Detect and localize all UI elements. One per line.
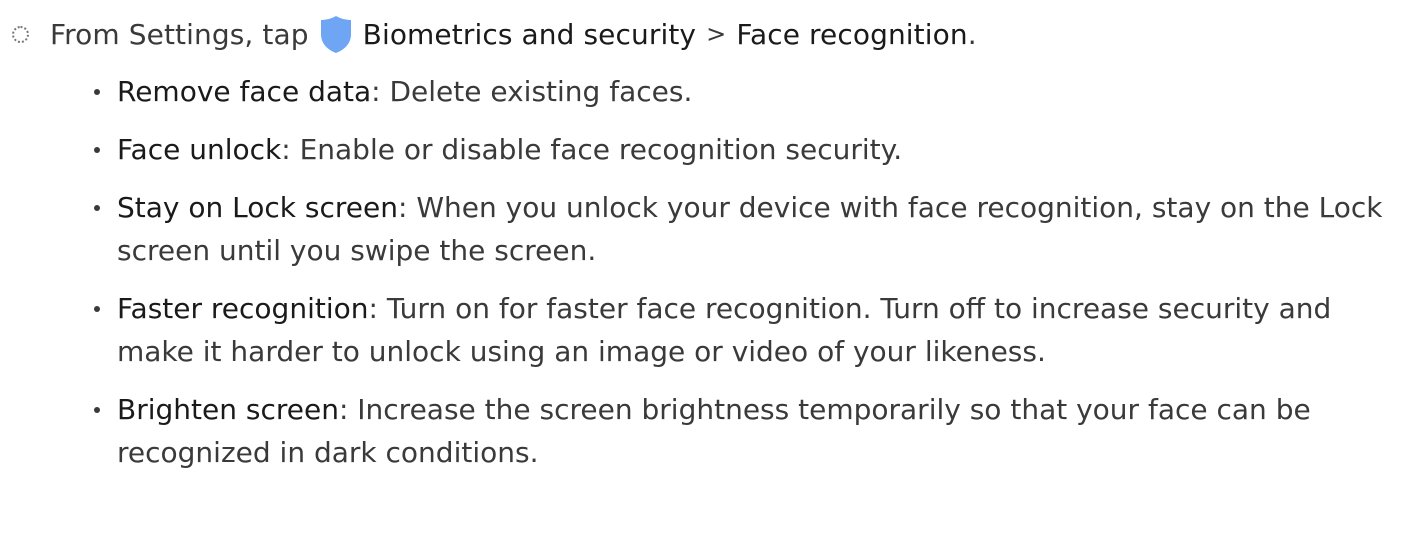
option-description: : Delete existing faces. [371,75,693,108]
option-name: Brighten screen [117,393,339,426]
menu-item-biometrics: Biometrics and security [362,17,697,51]
list-item: Remove face data: Delete existing faces. [92,70,1412,113]
list-item: Stay on Lock screen: When you unlock you… [92,186,1412,272]
menu-item-face-recognition: Face recognition [736,17,968,51]
list-item: Face unlock: Enable or disable face reco… [92,128,1412,171]
list-item: Faster recognition: Turn on for faster f… [92,287,1412,373]
option-name: Remove face data [117,75,372,108]
option-name: Stay on Lock screen [117,191,398,224]
step-marker-icon [12,25,29,43]
option-name: Face unlock [117,133,282,166]
step-prefix: From Settings, tap [50,17,309,51]
shield-shape [320,16,351,53]
breadcrumb-separator: > [706,20,727,48]
list-item: Brighten screen: Increase the screen bri… [92,388,1412,474]
instruction-step: From Settings, tap Biometrics and securi… [10,8,977,60]
document-page: From Settings, tap Biometrics and securi… [0,0,1426,560]
shield-icon [319,14,353,54]
option-name: Faster recognition [117,292,369,325]
option-description: : Enable or disable face recognition sec… [281,133,903,166]
step-suffix: . [967,17,977,51]
option-list: Remove face data: Delete existing faces.… [92,70,1412,489]
